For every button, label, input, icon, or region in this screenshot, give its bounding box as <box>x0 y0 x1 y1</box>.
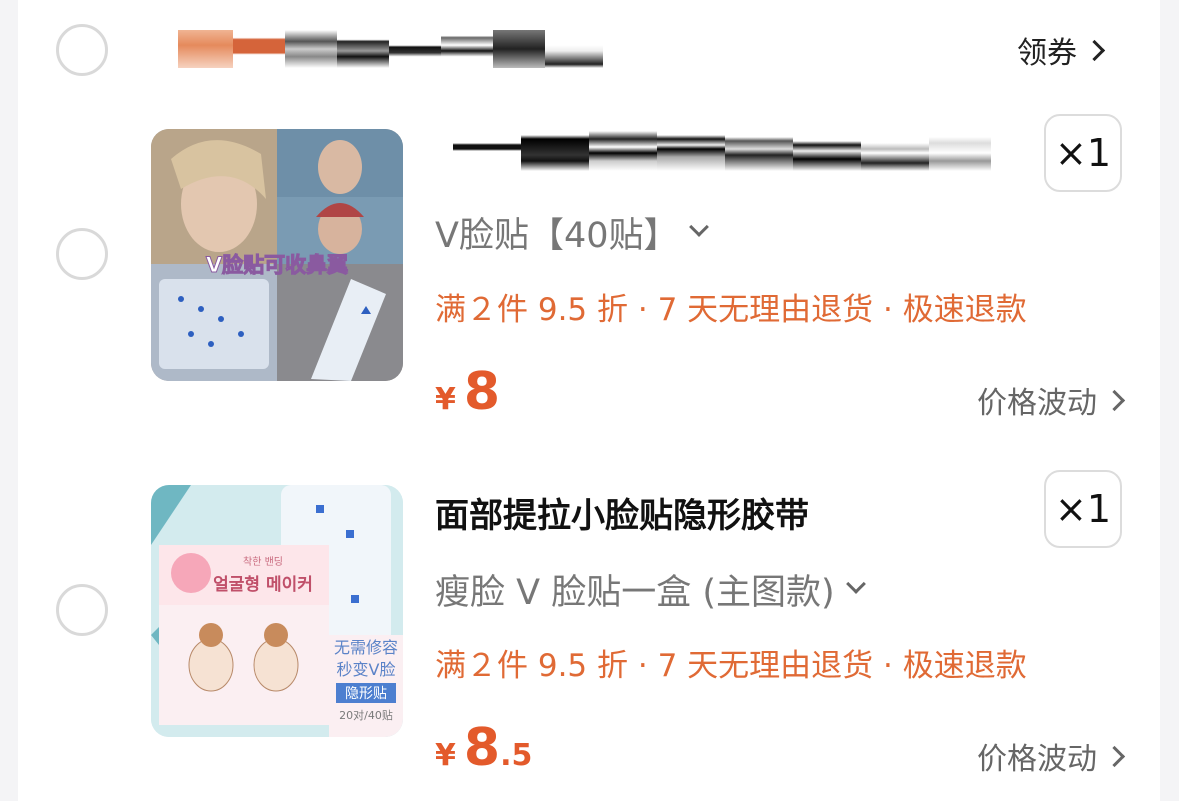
variant-selector[interactable]: 瘦脸 V 脸贴一盒 (主图款) <box>435 564 866 615</box>
chevron-down-icon <box>689 216 710 237</box>
price: ¥ 8 <box>435 362 500 422</box>
coupon-button[interactable]: 领券 <box>1017 30 1106 71</box>
quantity-value: ×1 <box>1054 487 1112 531</box>
price-fluctuation-label: 价格波动 <box>977 742 1097 777</box>
product-image: V脸贴可收鼻翼 <box>151 129 403 381</box>
promo-text: 满２件 9.5 折 · 7 天无理由退货 · 极速退款 <box>435 292 1027 328</box>
svg-text:착한 밴딩: 착한 밴딩 <box>243 556 283 568</box>
product-title-censored[interactable] <box>453 131 991 171</box>
price-currency: ¥ <box>435 382 456 417</box>
svg-text:얼굴형 메이커: 얼굴형 메이커 <box>213 574 313 595</box>
promo-text: 满２件 9.5 折 · 7 天无理由退货 · 极速退款 <box>435 648 1027 684</box>
svg-text:无需修容: 无需修容 <box>334 638 398 657</box>
quantity-value: ×1 <box>1054 131 1112 175</box>
quantity-selector[interactable]: ×1 <box>1044 470 1122 548</box>
variant-label: V脸贴【40贴】 <box>435 216 679 256</box>
price-fluctuation-link[interactable]: 价格波动 <box>977 378 1126 422</box>
chevron-right-icon <box>1083 39 1106 61</box>
price-fluctuation-label: 价格波动 <box>977 386 1097 421</box>
product-thumbnail[interactable]: 착한 밴딩 얼굴형 메이커 无需修容 秒变V脸 隐形贴 20对/40贴 <box>151 485 403 737</box>
price: ¥ 8 .5 <box>435 718 532 778</box>
shop-select-radio[interactable] <box>56 24 108 76</box>
price-integer: 8 <box>463 718 501 778</box>
chevron-right-icon <box>1103 389 1126 411</box>
quantity-selector[interactable]: ×1 <box>1044 114 1122 192</box>
product-title[interactable]: 面部提拉小脸贴隐形胶带 <box>435 488 809 537</box>
shop-card: 领券 V脸贴可收鼻翼 ×1 V脸贴【40贴】 满２件 9.5 折 · 7 天无理… <box>18 0 1160 801</box>
coupon-label: 领券 <box>1017 36 1077 71</box>
product-image: 착한 밴딩 얼굴형 메이커 无需修容 秒变V脸 隐形贴 20对/40贴 <box>151 485 403 737</box>
product-thumbnail[interactable]: V脸贴可收鼻翼 <box>151 129 403 381</box>
price-integer: 8 <box>463 362 501 422</box>
shop-name-censored[interactable] <box>178 30 603 68</box>
price-decimal: .5 <box>500 738 533 773</box>
variant-selector[interactable]: V脸贴【40贴】 <box>435 207 710 258</box>
variant-label: 瘦脸 V 脸贴一盒 (主图款) <box>435 573 835 613</box>
price-currency: ¥ <box>435 738 456 773</box>
price-fluctuation-link[interactable]: 价格波动 <box>977 734 1126 778</box>
item-select-radio[interactable] <box>56 584 108 636</box>
svg-text:隐形贴: 隐形贴 <box>345 686 387 702</box>
chevron-right-icon <box>1103 745 1126 767</box>
chevron-down-icon <box>845 573 866 594</box>
svg-text:秒变V脸: 秒变V脸 <box>337 660 396 679</box>
svg-text:V脸贴可收鼻翼: V脸贴可收鼻翼 <box>206 253 348 277</box>
item-select-radio[interactable] <box>56 228 108 280</box>
svg-text:20对/40贴: 20对/40贴 <box>339 708 393 722</box>
